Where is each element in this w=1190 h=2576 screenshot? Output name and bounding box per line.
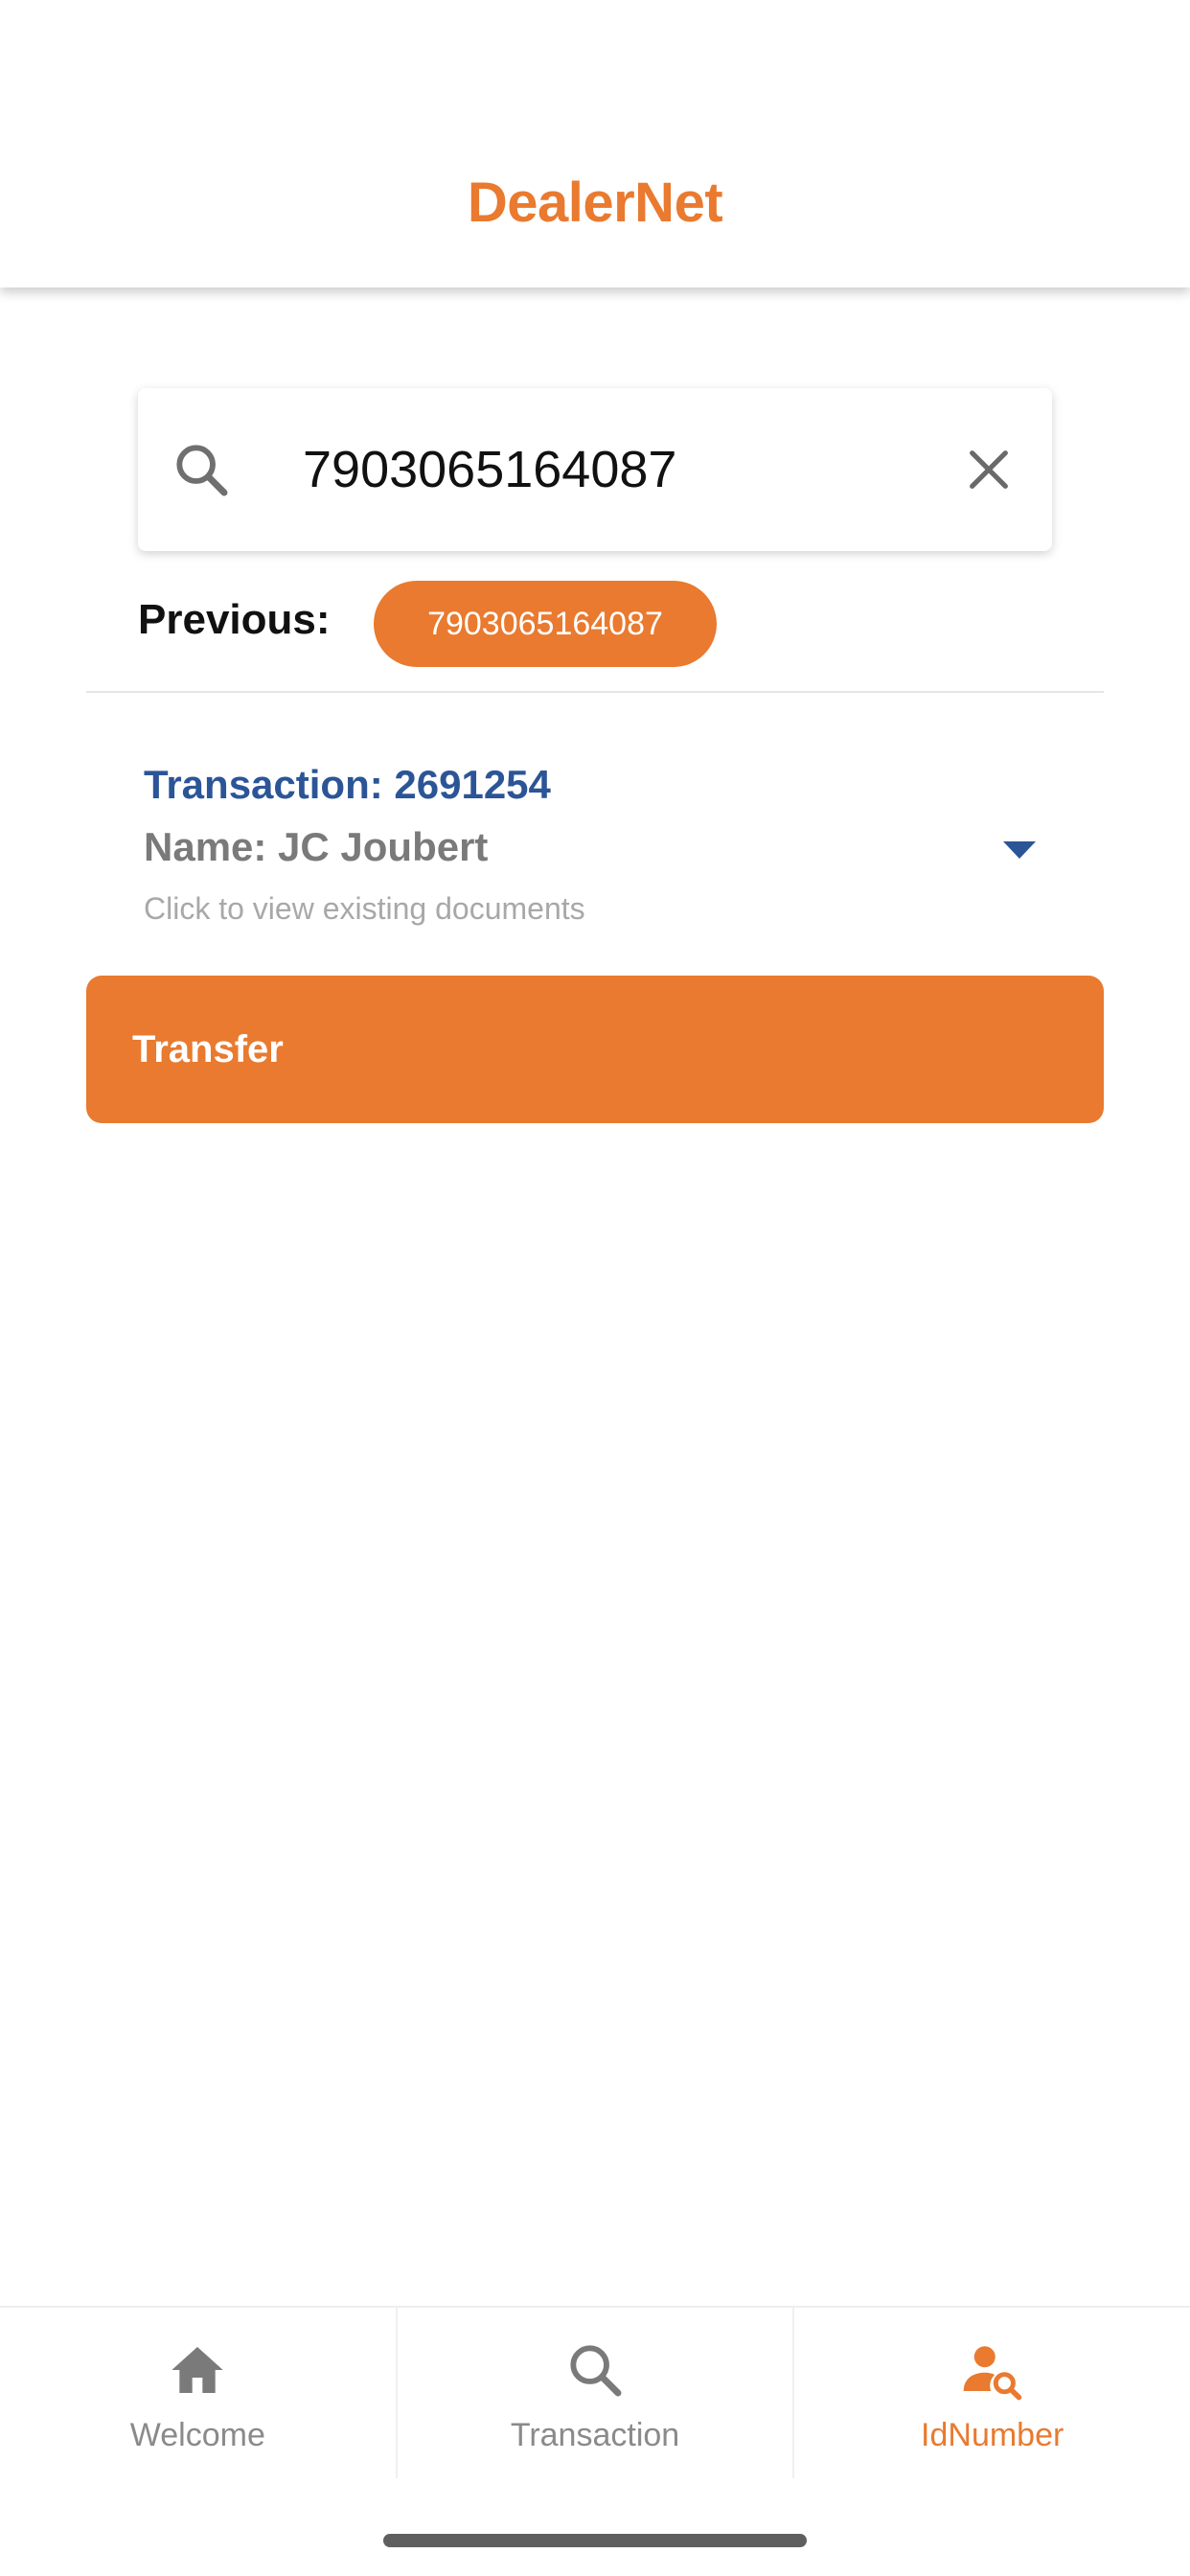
transaction-number: Transaction: 2691254 bbox=[144, 762, 551, 807]
previous-search-chip[interactable]: 7903065164087 bbox=[374, 581, 717, 667]
tab-idnumber[interactable]: IdNumber bbox=[792, 2308, 1190, 2478]
transaction-result-item[interactable]: Transaction: 2691254 Name: JC Joubert Cl… bbox=[86, 728, 1104, 939]
tab-welcome-label: Welcome bbox=[129, 2417, 265, 2453]
caret-down-icon[interactable] bbox=[993, 824, 1046, 878]
search-icon bbox=[167, 435, 236, 504]
divider bbox=[86, 691, 1104, 693]
tab-idnumber-label: IdNumber bbox=[921, 2417, 1064, 2453]
tab-welcome[interactable]: Welcome bbox=[0, 2308, 396, 2478]
home-indicator bbox=[383, 2534, 807, 2547]
search-box[interactable] bbox=[138, 388, 1052, 551]
app-header: DealerNet bbox=[0, 0, 1190, 288]
customer-name: Name: JC Joubert bbox=[144, 824, 489, 869]
id-number-search-input[interactable] bbox=[303, 431, 916, 508]
person-search-icon bbox=[959, 2336, 1026, 2404]
bottom-tab-bar: Welcome Transaction IdNumber bbox=[0, 2306, 1190, 2478]
view-documents-hint: Click to view existing documents bbox=[144, 891, 585, 926]
app-title: DealerNet bbox=[467, 172, 723, 234]
tab-transaction[interactable]: Transaction bbox=[395, 2308, 793, 2478]
home-icon bbox=[164, 2336, 231, 2404]
transfer-button[interactable]: Transfer bbox=[86, 976, 1104, 1123]
close-icon[interactable] bbox=[954, 435, 1023, 504]
search-icon bbox=[561, 2336, 629, 2404]
previous-label: Previous: bbox=[138, 596, 331, 643]
app-root: DealerNet Previous: 7903065164087 Transa… bbox=[0, 0, 1190, 2576]
tab-transaction-label: Transaction bbox=[510, 2417, 680, 2453]
